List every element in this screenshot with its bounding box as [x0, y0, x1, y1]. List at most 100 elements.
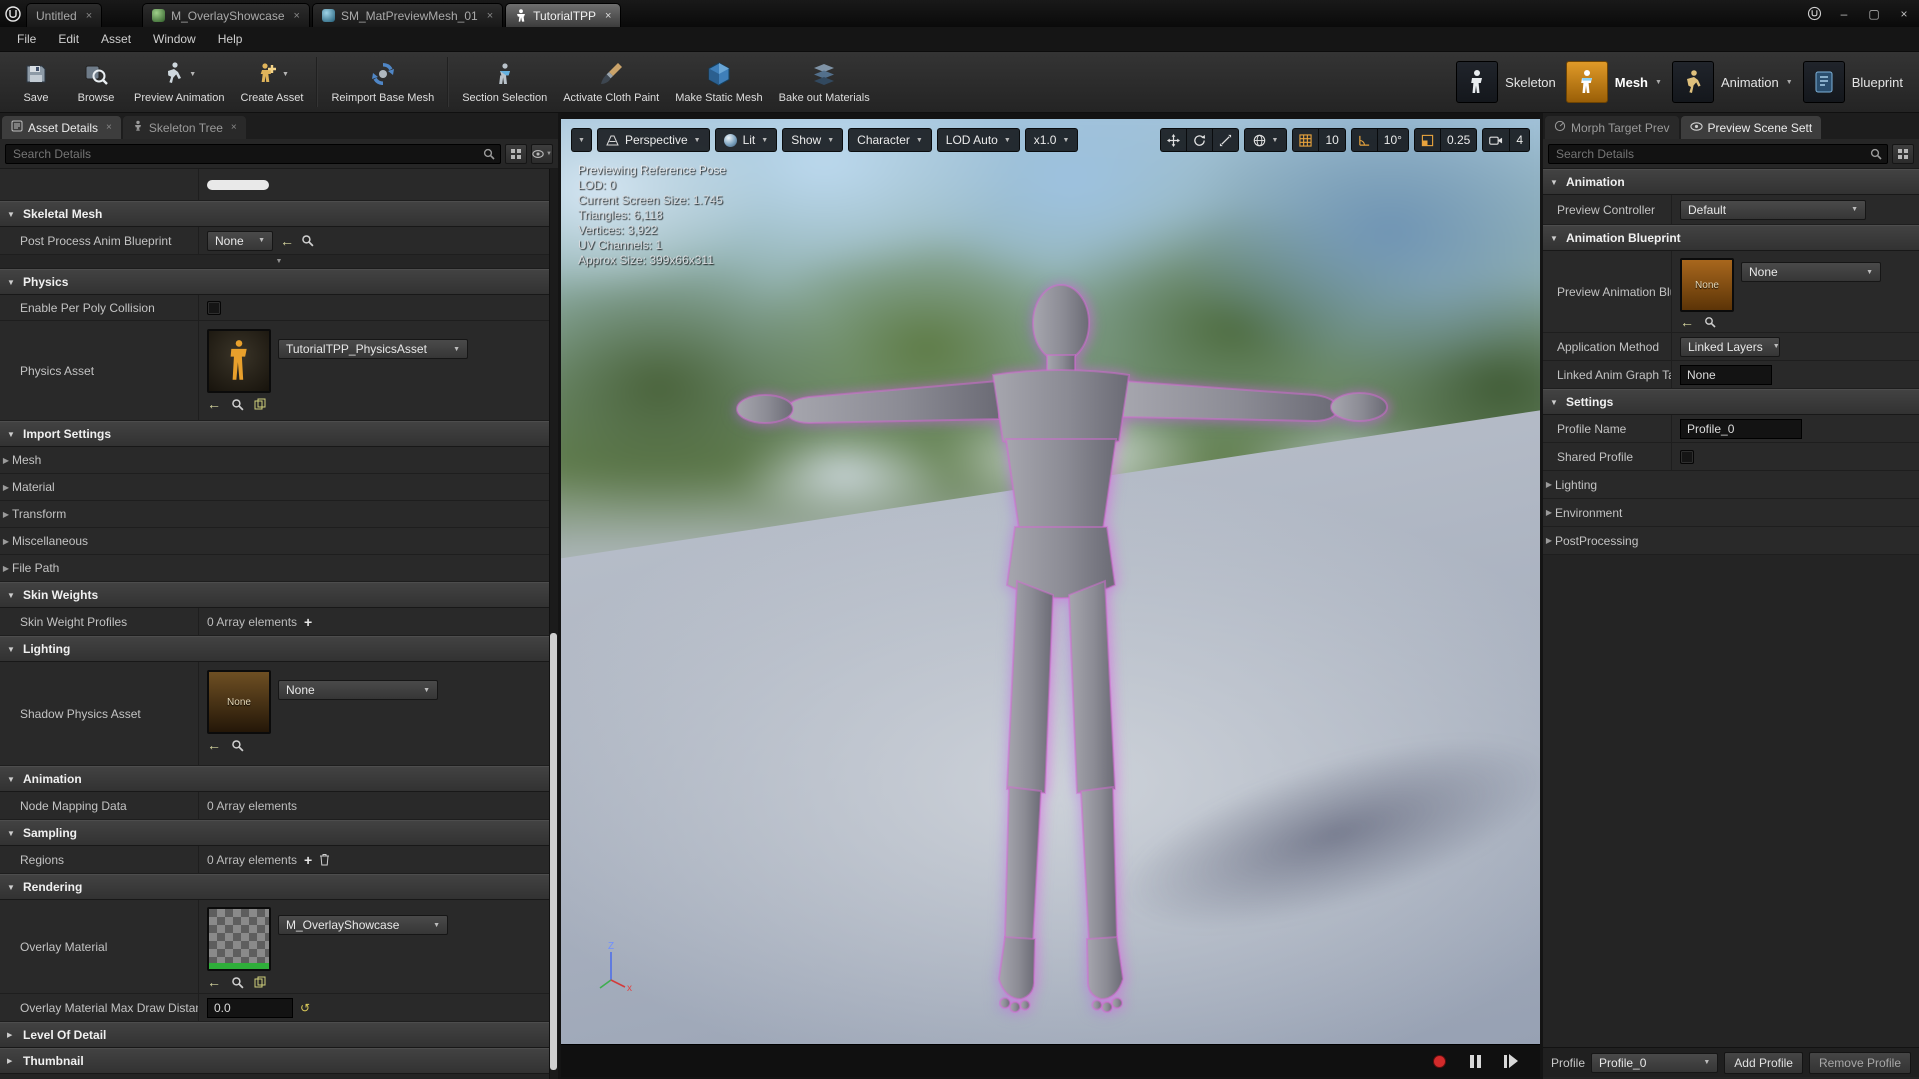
window-tab-tutorialtpp[interactable]: TutorialTPP × — [505, 3, 621, 27]
category-animation-right[interactable]: ▼ Animation — [1543, 169, 1919, 195]
row-import-file-path[interactable]: ▶ File Path — [0, 555, 558, 582]
collapsed-icon[interactable]: ▶ — [1543, 480, 1555, 489]
mode-animation-button[interactable]: Animation ▼ — [1672, 61, 1793, 103]
use-selected-icon[interactable]: ← — [207, 397, 221, 411]
chevron-down-icon[interactable]: ▼ — [282, 71, 289, 78]
category-sampling[interactable]: ▼ Sampling — [0, 820, 558, 846]
menu-window[interactable]: Window — [142, 27, 207, 51]
category-thumbnail[interactable]: ▶ Thumbnail — [0, 1048, 558, 1074]
viewport-3d-scene[interactable]: Previewing Reference Pose LOD: 0 Current… — [561, 119, 1540, 1044]
menu-asset[interactable]: Asset — [90, 27, 142, 51]
anim-blueprint-thumbnail[interactable]: None — [1680, 258, 1734, 312]
anim-blueprint-dropdown[interactable]: None ▼ — [1741, 262, 1881, 282]
add-element-icon[interactable]: + — [304, 853, 312, 867]
window-tab-untitled[interactable]: Untitled × — [26, 3, 102, 27]
row-environment-group[interactable]: ▶ Environment — [1543, 499, 1919, 527]
tab-asset-details[interactable]: Asset Details × — [2, 116, 121, 139]
slider-bar[interactable] — [207, 180, 269, 190]
tab-skeleton-tree[interactable]: Skeleton Tree × — [123, 116, 246, 139]
browse-to-asset-icon[interactable] — [231, 398, 244, 411]
close-icon[interactable]: × — [86, 10, 92, 22]
category-skeletal-mesh[interactable]: ▼ Skeletal Mesh — [0, 201, 558, 227]
character-menu-button[interactable]: Character ▼ — [848, 128, 932, 152]
physics-asset-dropdown[interactable]: TutorialTPP_PhysicsAsset ▼ — [278, 339, 468, 359]
mode-skeleton-button[interactable]: Skeleton — [1456, 61, 1556, 103]
bake-out-materials-button[interactable]: Bake out Materials — [771, 54, 878, 110]
close-icon[interactable]: × — [605, 10, 611, 22]
preview-animation-button[interactable]: ▼ Preview Animation — [126, 54, 233, 110]
translate-tool-button[interactable] — [1160, 128, 1187, 152]
close-icon[interactable]: × — [487, 10, 493, 22]
menu-file[interactable]: File — [6, 27, 47, 51]
per-poly-collision-checkbox[interactable] — [207, 301, 221, 315]
pause-button[interactable] — [1464, 1050, 1486, 1072]
grid-snap-toggle-button[interactable] — [1292, 128, 1319, 152]
browse-to-asset-icon[interactable] — [301, 234, 314, 247]
category-lighting[interactable]: ▼ Lighting — [0, 636, 558, 662]
category-skin-weights[interactable]: ▼ Skin Weights — [0, 582, 558, 608]
minimize-button[interactable]: – — [1829, 0, 1859, 27]
browse-to-asset-icon[interactable] — [1704, 316, 1716, 328]
search-details-input[interactable] — [11, 146, 483, 162]
world-local-toggle-button[interactable]: ▼ — [1244, 128, 1288, 152]
row-import-material[interactable]: ▶ Material — [0, 474, 558, 501]
reset-to-default-icon[interactable]: ↺ — [300, 1002, 310, 1014]
collapsed-icon[interactable]: ▶ — [0, 510, 12, 519]
use-selected-icon[interactable]: ← — [280, 234, 294, 248]
browse-to-asset-icon[interactable] — [231, 739, 244, 752]
copy-icon[interactable] — [254, 398, 266, 410]
lit-mode-button[interactable]: Lit ▼ — [715, 128, 778, 152]
chevron-down-icon[interactable]: ▼ — [1786, 79, 1793, 86]
camera-speed-button[interactable] — [1482, 128, 1510, 152]
camera-speed-value-button[interactable]: 4 — [1510, 128, 1530, 152]
settings-grid-button[interactable] — [1892, 144, 1914, 164]
shadow-physics-thumbnail[interactable]: None — [207, 670, 271, 734]
use-selected-icon[interactable]: ← — [207, 975, 221, 989]
rotation-snap-toggle-button[interactable] — [1351, 128, 1378, 152]
chevron-down-icon[interactable]: ▼ — [1655, 79, 1662, 86]
rotation-snap-value-button[interactable]: 10° — [1378, 128, 1409, 152]
category-level-of-detail[interactable]: ▶ Level Of Detail — [0, 1022, 558, 1048]
close-icon[interactable]: × — [294, 10, 300, 22]
record-button[interactable] — [1428, 1050, 1450, 1072]
scale-snap-value-button[interactable]: 0.25 — [1441, 128, 1477, 152]
left-panel-scrollbar[interactable] — [549, 169, 558, 1079]
menu-help[interactable]: Help — [207, 27, 254, 51]
use-selected-icon[interactable]: ← — [207, 738, 221, 752]
category-rendering[interactable]: ▼ Rendering — [0, 874, 558, 900]
rotate-tool-button[interactable] — [1187, 128, 1213, 152]
profile-dropdown[interactable]: Profile_0 ▼ — [1591, 1053, 1718, 1073]
row-import-transform[interactable]: ▶ Transform — [0, 501, 558, 528]
post-process-dropdown[interactable]: None ▼ — [207, 231, 273, 251]
shared-profile-checkbox[interactable] — [1680, 450, 1694, 464]
collapsed-icon[interactable]: ▶ — [0, 483, 12, 492]
view-options-button[interactable]: ▼ — [531, 144, 553, 164]
preview-controller-dropdown[interactable]: Default ▼ — [1680, 200, 1866, 220]
menu-edit[interactable]: Edit — [47, 27, 90, 51]
max-draw-distance-input[interactable] — [207, 998, 293, 1018]
viewport-options-button[interactable]: ▼ — [571, 128, 592, 152]
show-menu-button[interactable]: Show ▼ — [782, 128, 843, 152]
advanced-expander[interactable]: ▼ — [0, 255, 558, 269]
row-postprocessing-group[interactable]: ▶ PostProcessing — [1543, 527, 1919, 555]
grid-snap-value-button[interactable]: 10 — [1319, 128, 1345, 152]
window-tab-matpreviewmesh[interactable]: SM_MatPreviewMesh_01 × — [312, 3, 503, 27]
search-details-input[interactable] — [1554, 146, 1870, 162]
perspective-button[interactable]: Perspective ▼ — [597, 128, 710, 152]
category-animation[interactable]: ▼ Animation — [0, 766, 558, 792]
window-tab-overlay-showcase[interactable]: M_OverlayShowcase × — [142, 3, 310, 27]
activate-cloth-paint-button[interactable]: Activate Cloth Paint — [555, 54, 667, 110]
collapsed-icon[interactable]: ▶ — [0, 564, 12, 573]
step-forward-button[interactable] — [1500, 1050, 1522, 1072]
property-matrix-button[interactable] — [505, 144, 527, 164]
create-asset-button[interactable]: ▼ Create Asset — [233, 54, 312, 110]
scale-tool-button[interactable] — [1213, 128, 1239, 152]
tab-preview-scene-settings[interactable]: Preview Scene Sett — [1681, 116, 1822, 139]
save-button[interactable]: Save — [6, 54, 66, 110]
overlay-material-thumbnail[interactable] — [207, 907, 271, 971]
collapsed-icon[interactable]: ▶ — [0, 537, 12, 546]
overlay-material-dropdown[interactable]: M_OverlayShowcase ▼ — [278, 915, 448, 935]
use-selected-icon[interactable]: ← — [1680, 315, 1694, 329]
category-settings[interactable]: ▼ Settings — [1543, 389, 1919, 415]
chevron-down-icon[interactable]: ▼ — [189, 71, 196, 78]
